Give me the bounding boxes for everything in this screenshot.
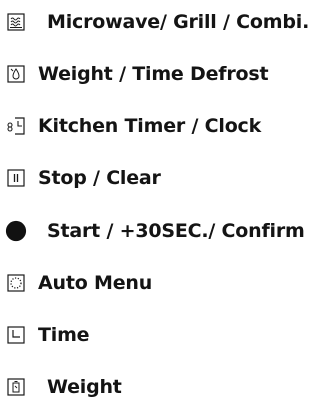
legend-label: Time [38, 324, 90, 346]
start-confirm-icon [5, 220, 27, 242]
weight-icon [5, 376, 27, 398]
legend-label: Start / +30SEC./ Confirm [47, 220, 305, 242]
weight-time-defrost-icon [5, 63, 27, 85]
legend-label: Kitchen Timer / Clock [38, 115, 262, 137]
stop-clear-icon [5, 167, 27, 189]
control-panel-legend: Microwave/ Grill / Combi. Weight / Time … [0, 0, 332, 409]
legend-label: Auto Menu [38, 272, 153, 294]
legend-label: Stop / Clear [38, 167, 161, 189]
kitchen-timer-clock-icon [5, 115, 27, 137]
auto-menu-icon [5, 272, 27, 294]
time-icon [5, 324, 27, 346]
legend-label: Microwave/ Grill / Combi. [47, 11, 310, 33]
legend-label: Weight / Time Defrost [38, 63, 269, 85]
microwave-grill-combi-icon [5, 11, 27, 33]
legend-label: Weight [47, 376, 122, 398]
